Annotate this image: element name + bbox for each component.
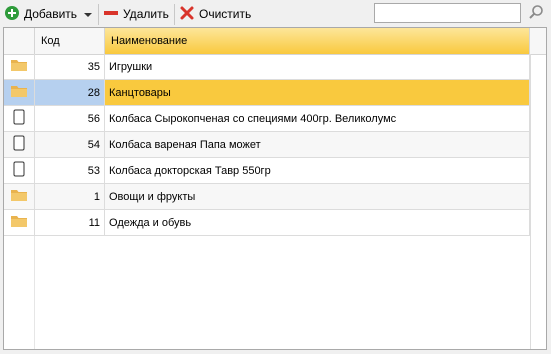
- document-icon: [13, 109, 25, 128]
- row-name: Колбаса докторская Тавр 550гр: [105, 158, 530, 183]
- grid-right-border: [530, 54, 531, 349]
- toolbar: Добавить Удалить Очистить: [0, 0, 551, 28]
- close-icon: [179, 5, 195, 24]
- table-row[interactable]: 54 Колбаса вареная Папа может: [4, 132, 530, 158]
- row-name: Игрушки: [105, 54, 530, 79]
- toolbar-separator: [98, 4, 99, 25]
- search-icon: [528, 4, 544, 23]
- column-header-spacer: [530, 28, 546, 54]
- delete-button[interactable]: Удалить: [103, 4, 169, 24]
- table-row[interactable]: 56 Колбаса Сырокопченая со специями 400г…: [4, 106, 530, 132]
- grid-column-divider: [34, 236, 35, 349]
- table-row[interactable]: 35 Игрушки: [4, 54, 530, 80]
- document-icon: [13, 161, 25, 180]
- chevron-down-icon: [84, 7, 92, 21]
- row-icon-cell: [4, 210, 35, 235]
- minus-icon: [103, 5, 119, 24]
- table-row[interactable]: 11 Одежда и обувь: [4, 210, 530, 236]
- search-input[interactable]: [374, 3, 521, 23]
- row-code: 28: [35, 80, 105, 105]
- row-icon-cell: [4, 54, 35, 79]
- folder-icon: [10, 58, 28, 75]
- document-icon: [13, 135, 25, 154]
- row-icon-cell: [4, 132, 35, 157]
- row-name: Колбаса вареная Папа может: [105, 132, 530, 157]
- row-code: 53: [35, 158, 105, 183]
- grid-header: Код Наименование: [4, 28, 546, 55]
- clear-button[interactable]: Очистить: [179, 4, 251, 24]
- add-button-label: Добавить: [24, 7, 78, 21]
- row-name: Колбаса Сырокопченая со специями 400гр. …: [105, 106, 530, 131]
- table-row[interactable]: 28 Канцтовары: [4, 80, 530, 106]
- folder-icon: [10, 188, 28, 205]
- toolbar-separator: [174, 4, 175, 25]
- add-dropdown-button[interactable]: [82, 4, 94, 24]
- table-row[interactable]: 53 Колбаса докторская Тавр 550гр: [4, 158, 530, 184]
- add-button[interactable]: Добавить: [4, 4, 77, 24]
- clear-button-label: Очистить: [199, 7, 252, 21]
- row-icon-cell: [4, 106, 35, 131]
- row-code: 11: [35, 210, 105, 235]
- row-icon-cell: [4, 184, 35, 209]
- row-code: 56: [35, 106, 105, 131]
- delete-button-label: Удалить: [123, 7, 169, 21]
- table-row[interactable]: 1 Овощи и фрукты: [4, 184, 530, 210]
- row-code: 54: [35, 132, 105, 157]
- column-header-icon[interactable]: [4, 28, 35, 54]
- items-grid: Код Наименование 35 Игрушки 28 Канцтовар…: [3, 27, 547, 350]
- add-icon: [4, 5, 20, 24]
- column-header-name[interactable]: Наименование: [105, 28, 530, 54]
- folder-icon: [10, 214, 28, 231]
- row-code: 1: [35, 184, 105, 209]
- row-name: Одежда и обувь: [105, 210, 530, 235]
- row-icon-cell: [4, 158, 35, 183]
- folder-icon: [10, 84, 28, 101]
- row-name: Канцтовары: [105, 80, 530, 105]
- row-icon-cell: [4, 80, 35, 105]
- column-header-code[interactable]: Код: [35, 28, 105, 54]
- search-button[interactable]: [525, 3, 547, 24]
- row-name: Овощи и фрукты: [105, 184, 530, 209]
- row-code: 35: [35, 54, 105, 79]
